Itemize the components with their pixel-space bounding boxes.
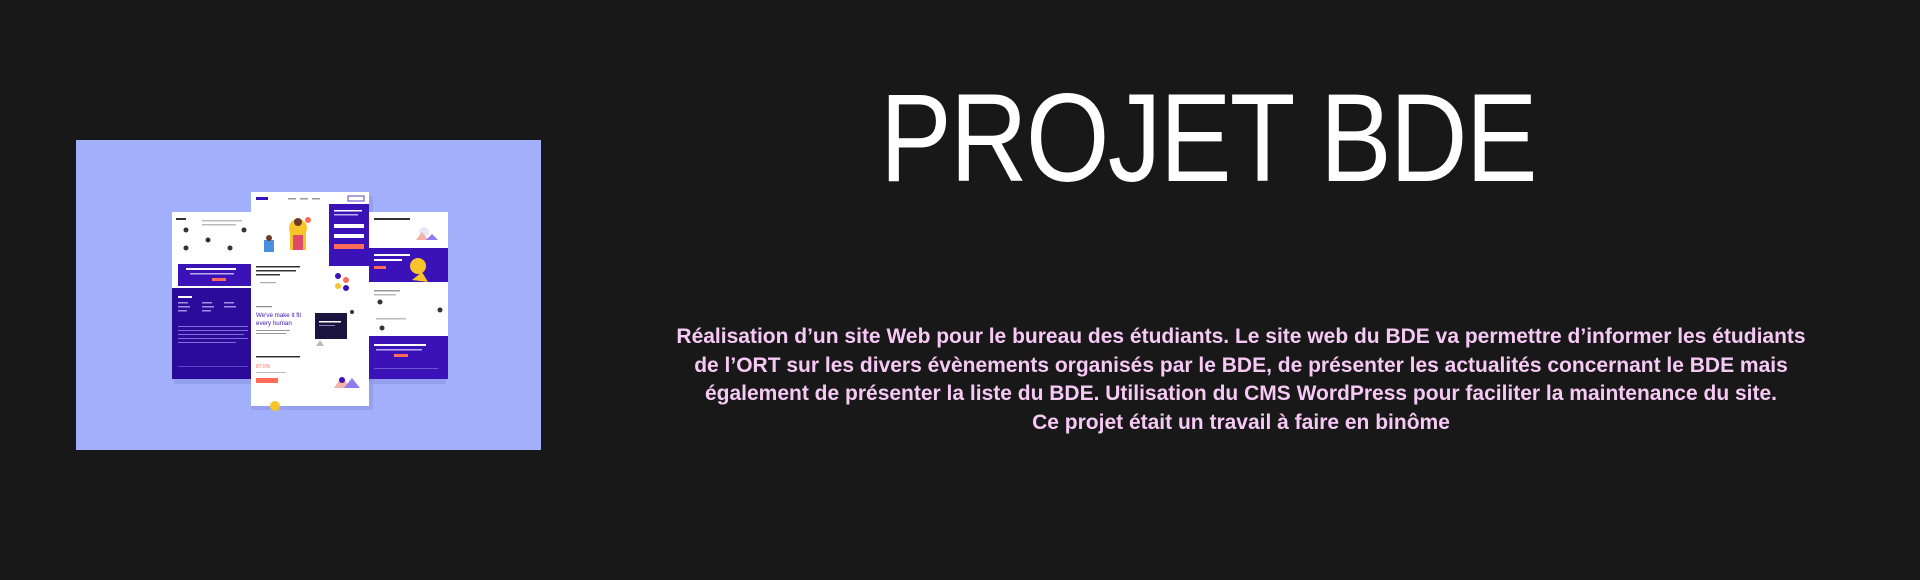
project-preview-image: We've make it fit every human 87.5%: [76, 140, 541, 450]
mockup-right-panel: [368, 212, 448, 379]
description-line-3: également de présenter la liste du BDE. …: [704, 382, 1778, 405]
description-line-4: Ce projet était un travail à faire en bi…: [1032, 410, 1450, 434]
mockup-center-panel: We've make it fit every human 87.5%: [251, 192, 369, 411]
website-mockup-illustration: We've make it fit every human 87.5%: [172, 192, 448, 411]
mockup-percent-stat: 87.5%: [256, 364, 271, 370]
mockup-headline-line-1: We've make it fit: [256, 312, 301, 319]
project-title: PROJET BDE: [880, 69, 1538, 208]
project-description: Réalisation d’un site Web pour le bureau…: [596, 323, 1886, 437]
mockup-headline-line-2: every human: [256, 320, 292, 327]
mockup-left-panel: [172, 212, 252, 379]
description-line-1: Réalisation d’un site Web pour le bureau…: [676, 325, 1806, 348]
project-section: We've make it fit every human 87.5% PROJ: [0, 0, 1920, 580]
description-line-2: de l’ORT sur les divers évènements organ…: [694, 353, 1788, 377]
